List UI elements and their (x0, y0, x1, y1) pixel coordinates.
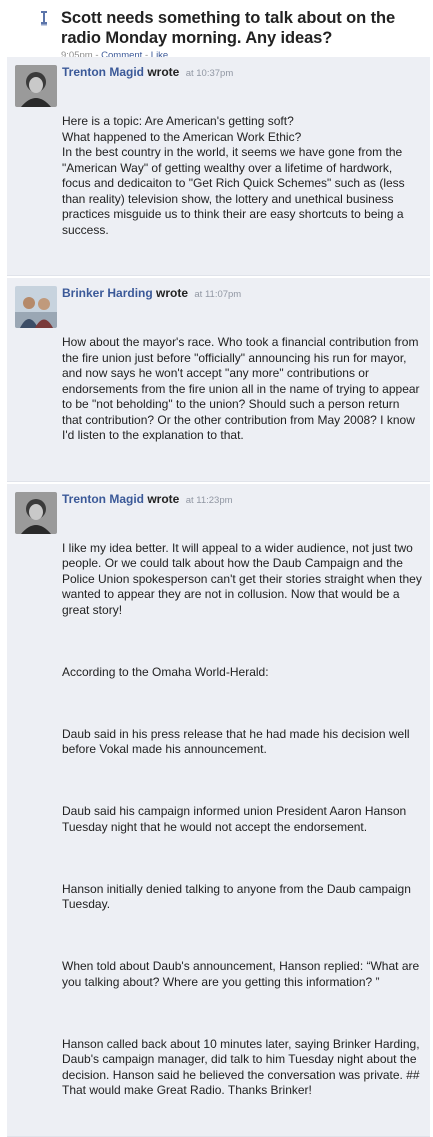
comment-body: I like my idea better. It will appeal to… (62, 510, 422, 1130)
comment-body: Here is a topic: Are American's getting … (62, 83, 422, 269)
comment-header: Trenton Magid wrote at 11:23pm (62, 491, 422, 509)
comment-list: Trenton Magid wrote at 10:37pm Here is a… (7, 57, 430, 1137)
comment-item: Brinker Harding wrote at 11:07pm How abo… (7, 278, 430, 482)
comment-time: at 10:37pm (185, 68, 234, 79)
comment-paragraph: How about the mayor's race. Who took a f… (62, 335, 423, 442)
status-update: Scott needs something to talk about on t… (0, 0, 433, 61)
comment-wrote: wrote (156, 286, 189, 300)
comment-author[interactable]: Trenton Magid (62, 65, 144, 79)
comment-author[interactable]: Brinker Harding (62, 286, 153, 300)
comment-wrote: wrote (147, 65, 180, 79)
comment-wrote: wrote (147, 491, 180, 506)
status-text: Scott needs something to talk about on t… (61, 9, 396, 47)
comment-time: at 11:07pm (194, 289, 242, 300)
comment-time: at 11:23pm (185, 494, 233, 506)
comment-paragraph: Hanson initially denied talking to anyon… (62, 881, 415, 912)
comment-item: Trenton Magid wrote at 10:37pm Here is a… (7, 57, 430, 276)
comment-paragraph: Hanson called back about 10 minutes late… (62, 1036, 423, 1098)
comment-header: Trenton Magid wrote at 10:37pm (62, 64, 422, 82)
status-quote-icon (41, 11, 47, 26)
comment-paragraph: According to the Omaha World-Herald: (62, 664, 269, 679)
avatar[interactable] (15, 65, 57, 107)
comment-paragraph: Daub said his campaign informed union Pr… (62, 804, 410, 834)
comment-paragraph: Here is a topic: Are American's getting … (62, 114, 405, 237)
comment-author[interactable]: Trenton Magid (62, 492, 144, 506)
avatar[interactable] (15, 286, 57, 328)
comment-header: Brinker Harding wrote at 11:07pm (62, 285, 422, 303)
comment-paragraph: I like my idea better. It will appeal to… (62, 540, 426, 617)
avatar[interactable] (15, 491, 57, 534)
comment-paragraph: Daub said in his press release that he h… (62, 726, 413, 757)
comment-paragraph: When told about Daub's announcement, Han… (62, 959, 423, 989)
comment-item: Trenton Magid wrote at 11:23pm I like my… (7, 483, 430, 1137)
comment-body: How about the mayor's race. Who took a f… (62, 304, 422, 475)
